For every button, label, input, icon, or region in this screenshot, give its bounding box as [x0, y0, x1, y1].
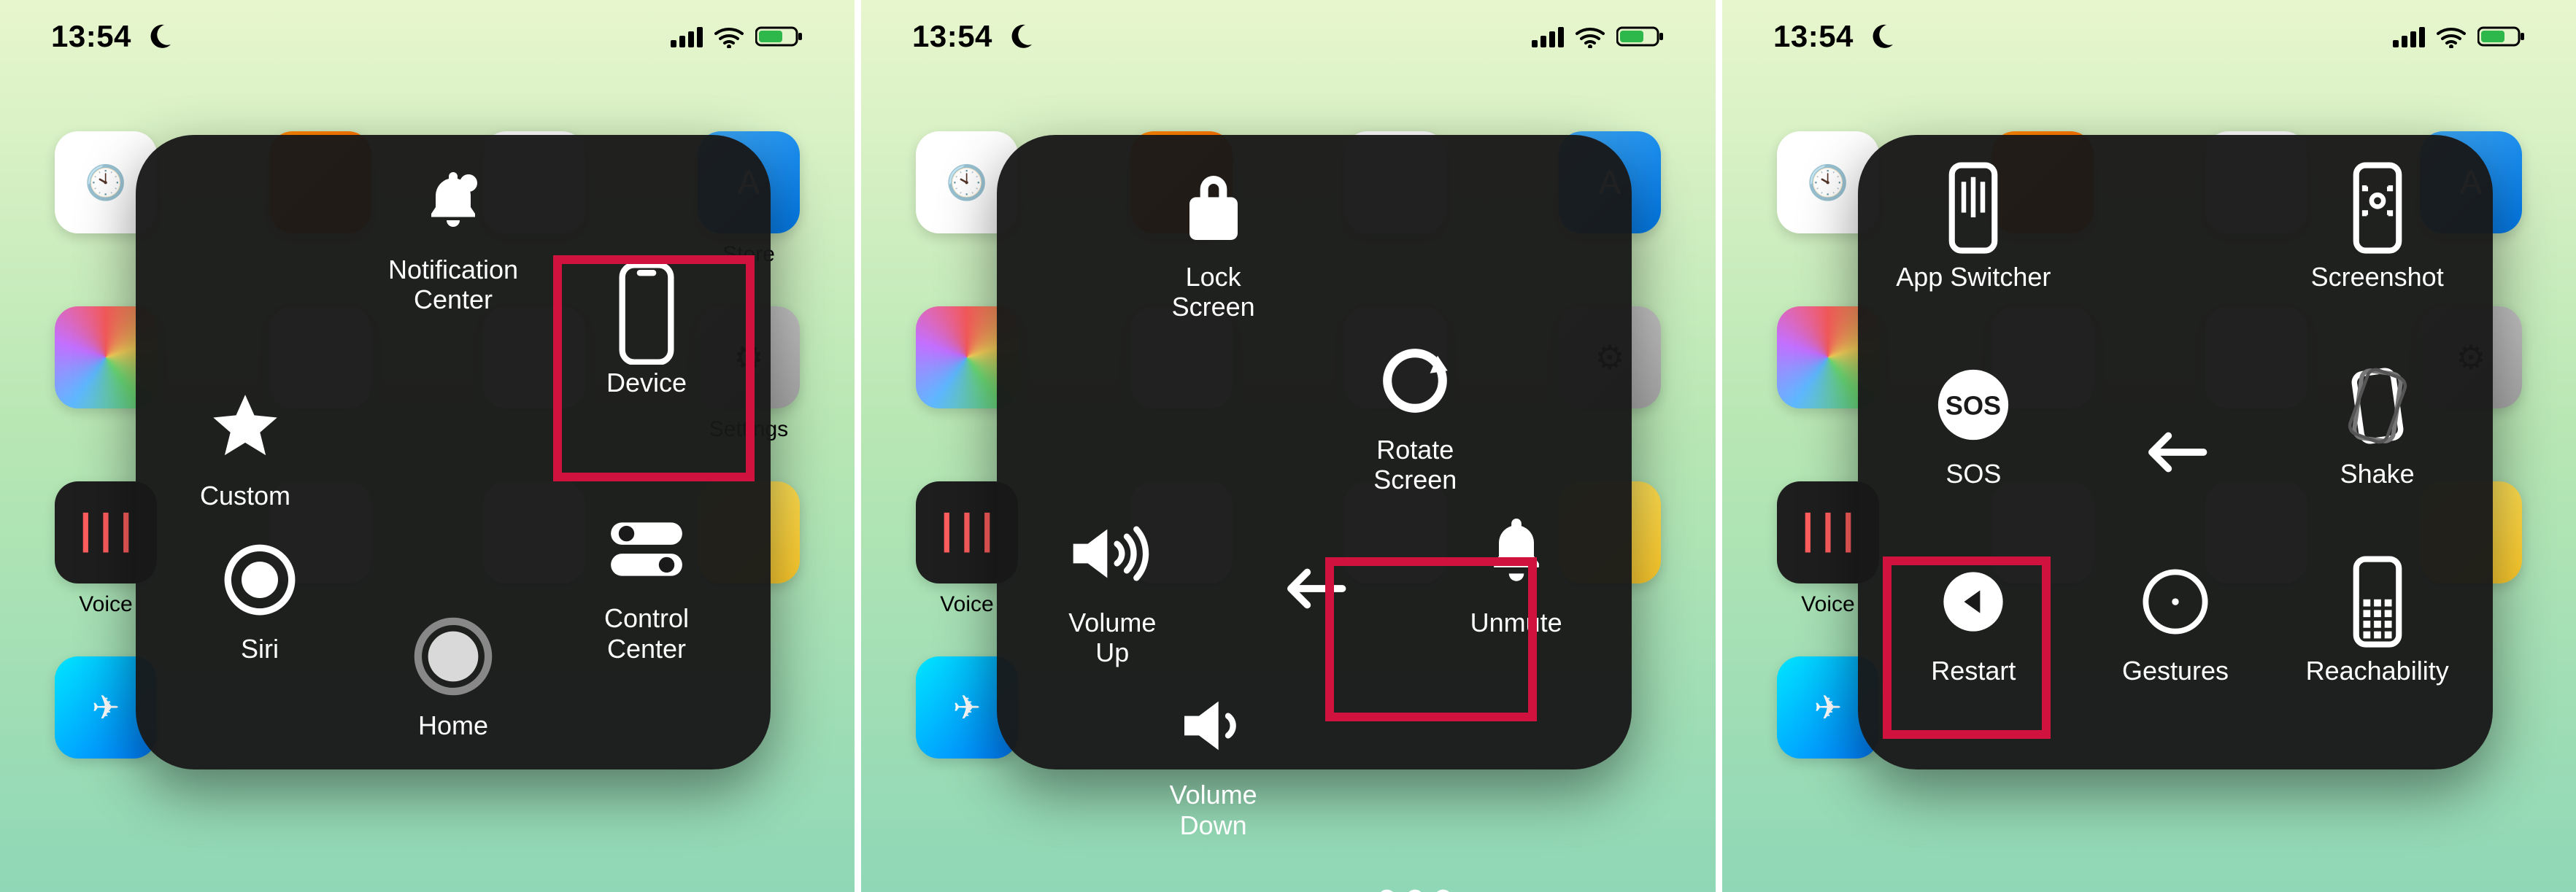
cellular-icon: [1532, 26, 1564, 47]
gestures-icon: [2132, 558, 2219, 645]
item-label: Custom: [200, 481, 290, 511]
unmute-button[interactable]: Unmute: [1422, 510, 1610, 668]
lock-screen-button[interactable]: LockScreen: [1170, 164, 1257, 322]
volume-up-icon: [1068, 510, 1156, 597]
lock-icon: [1170, 164, 1257, 252]
status-bar: 13:54: [1722, 0, 2576, 73]
sos-button[interactable]: SOS SOS: [1880, 361, 2067, 543]
wifi-icon: [713, 25, 745, 48]
clock-time: 13:54: [51, 19, 131, 54]
control-center-button[interactable]: ControlCenter: [544, 505, 749, 664]
rotate-screen-button[interactable]: RotateScreen: [1371, 337, 1459, 495]
item-label: VolumeUp: [1068, 608, 1156, 668]
wifi-icon: [1574, 25, 1606, 48]
phone-outline-icon: [603, 270, 690, 357]
battery-icon: [1616, 25, 1665, 48]
item-label: Restart: [1931, 656, 2016, 686]
bell-badge-icon: [409, 157, 497, 244]
rotate-icon: [1371, 337, 1459, 424]
restart-icon: [1929, 558, 2017, 645]
notification-center-button[interactable]: NotificationCenter: [351, 157, 555, 315]
item-label: ControlCenter: [604, 603, 689, 664]
custom-button[interactable]: Custom: [143, 383, 347, 511]
siri-button[interactable]: Siri: [158, 536, 362, 664]
battery-icon: [2477, 25, 2526, 48]
item-label: Device: [606, 368, 687, 397]
item-label: Screenshot: [2311, 262, 2444, 292]
status-bar: 13:54: [861, 0, 1716, 73]
item-label: Shake: [2340, 459, 2415, 489]
siri-icon: [216, 536, 304, 624]
wifi-icon: [2435, 25, 2467, 48]
item-label: Home: [418, 710, 488, 740]
app-switcher-button[interactable]: App Switcher: [1880, 164, 2067, 346]
item-label: LockScreen: [1172, 262, 1255, 322]
item-label: NotificationCenter: [388, 255, 518, 315]
moon-dnd-icon: [1006, 22, 1035, 51]
reachability-icon: [2334, 558, 2421, 645]
item-label: Reachability: [2306, 656, 2449, 686]
item-label: Siri: [241, 634, 279, 664]
clock-time: 13:54: [912, 19, 992, 54]
back-arrow-icon: [2132, 408, 2219, 496]
back-button[interactable]: [2082, 361, 2270, 543]
shake-button[interactable]: Shake: [2283, 361, 2471, 543]
svg-text:SOS: SOS: [1946, 391, 2001, 421]
item-label: Unmute: [1470, 608, 1562, 637]
screenshot-1: 13:54 🕙 AStore: [0, 0, 855, 892]
volume-down-button[interactable]: VolumeDown: [1170, 682, 1257, 840]
reachability-button[interactable]: Reachability: [2283, 558, 2471, 740]
item-label: RotateScreen: [1373, 435, 1457, 495]
app-switcher-icon: [1929, 164, 2017, 252]
cellular-icon: [2393, 26, 2425, 47]
more-button[interactable]: More: [1371, 855, 1459, 892]
screenshot-2: 13:54 🕙 A ⚙︎ ┃┃┃Voice ✈︎: [861, 0, 1716, 892]
item-label: App Switcher: [1896, 262, 2051, 292]
restart-button[interactable]: Restart: [1880, 558, 2067, 740]
moon-dnd-icon: [1867, 22, 1896, 51]
more-dots-icon: [1371, 855, 1459, 892]
clock-time: 13:54: [1773, 19, 1854, 54]
assistive-touch-more-panel: App Switcher Screenshot SOS SOS Shake: [1858, 135, 2493, 769]
device-button[interactable]: Device: [544, 270, 749, 397]
back-arrow-icon: [1270, 545, 1358, 632]
status-bar: 13:54: [0, 0, 855, 73]
screenshot-button[interactable]: Screenshot: [2283, 164, 2471, 346]
moon-dnd-icon: [144, 22, 174, 51]
item-label: VolumeDown: [1170, 780, 1257, 840]
battery-icon: [755, 25, 803, 48]
sos-icon: SOS: [1929, 361, 2017, 449]
screenshot-3: 13:54 🕙 A ⚙︎ ┃┃┃Voice ✈︎: [1722, 0, 2576, 892]
item-label: SOS: [1946, 459, 2001, 489]
star-icon: [201, 383, 289, 470]
assistive-touch-device-panel: LockScreen RotateScreen VolumeUp Unmute: [997, 135, 1632, 769]
volume-down-icon: [1170, 682, 1257, 769]
home-button[interactable]: Home: [351, 613, 555, 740]
volume-up-button[interactable]: VolumeUp: [1019, 510, 1206, 668]
home-button-icon: [409, 613, 497, 700]
back-button[interactable]: [1221, 510, 1408, 668]
item-label: Gestures: [2122, 656, 2229, 686]
cellular-icon: [671, 26, 703, 47]
bell-icon: [1473, 510, 1560, 597]
assistive-touch-panel: NotificationCenter Custom Device: [136, 135, 771, 769]
screenshot-icon: [2334, 164, 2421, 252]
shake-icon: [2334, 361, 2421, 449]
toggles-icon: [603, 505, 690, 593]
gestures-button[interactable]: Gestures: [2082, 558, 2270, 740]
